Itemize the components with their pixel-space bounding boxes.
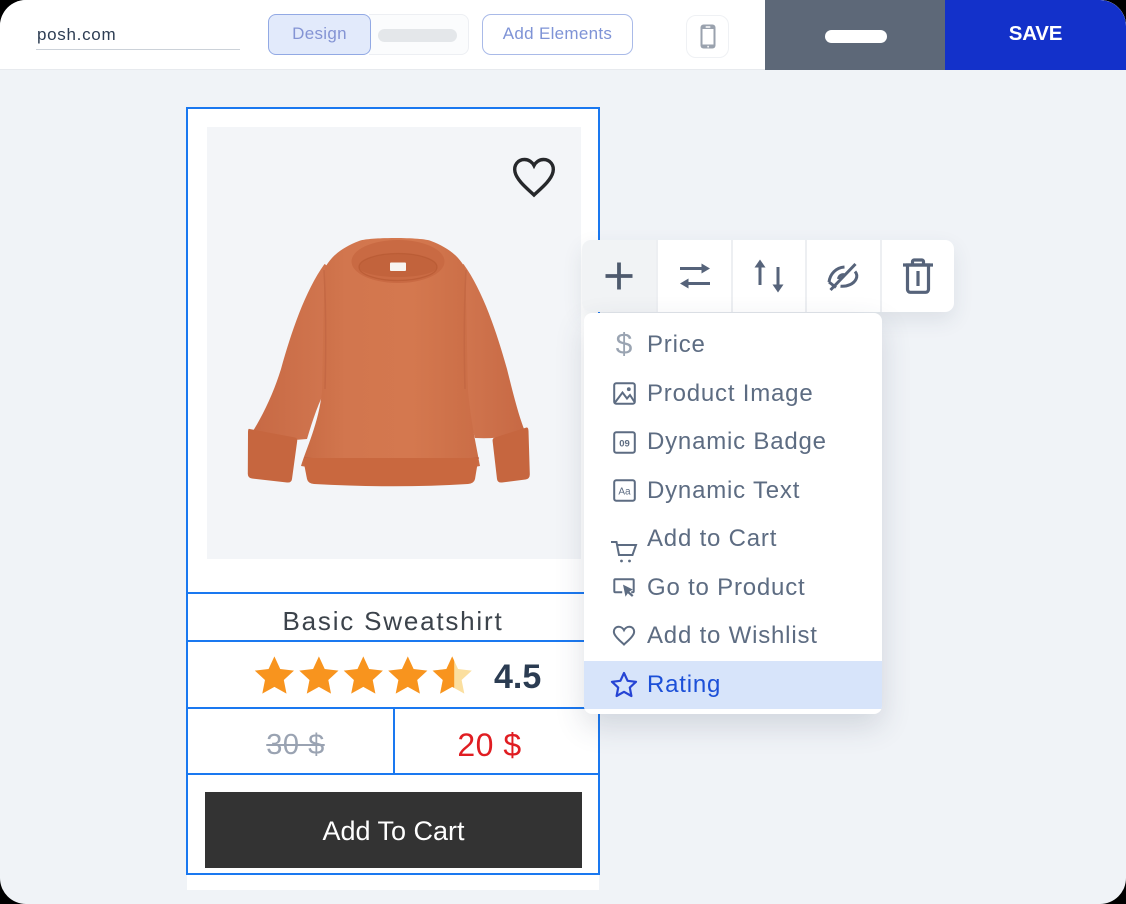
svg-text:Aa: Aa: [618, 487, 631, 498]
svg-text:09: 09: [619, 438, 630, 449]
svg-text:4.5: 4.5: [494, 658, 541, 696]
